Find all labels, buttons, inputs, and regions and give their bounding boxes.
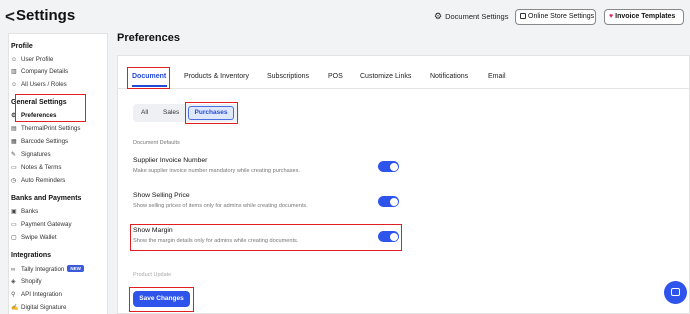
sidebar-item-tally[interactable]: ∞ Tally Integration NEW [11, 265, 84, 273]
sidebar-item-shopify[interactable]: ◈ Shopify [11, 278, 42, 285]
tab-notifications[interactable]: Notifications [430, 73, 468, 80]
segment-sales[interactable]: Sales [163, 109, 179, 116]
sidebar-item-api[interactable]: ⚲ API Integration [11, 291, 62, 298]
document-settings-link[interactable]: ⚙ Document Settings [434, 11, 508, 22]
printer-icon: ▤ [11, 126, 17, 132]
page-title: Settings [16, 7, 76, 24]
sidebar-item-notes-terms[interactable]: ▭ Notes & Terms [11, 164, 61, 171]
clock-icon: ◷ [11, 178, 17, 184]
signature-icon: ✍ [11, 305, 19, 311]
highlight-general-settings [15, 94, 86, 122]
sidebar-item-payment-gateway[interactable]: ▭ Payment Gateway [11, 221, 72, 228]
segment-all[interactable]: All [141, 109, 148, 116]
sidebar-section-integrations: Integrations [11, 252, 52, 259]
note-icon: ▭ [11, 165, 17, 171]
sidebar-item-all-users[interactable]: ☺ All Users / Roles [11, 81, 67, 88]
preferences-card [117, 55, 690, 314]
tab-products-inventory[interactable]: Products & Inventory [184, 73, 249, 80]
user-icon: ☺ [11, 57, 18, 63]
online-store-settings-label: Online Store Settings [528, 13, 595, 20]
code-icon: ⚲ [11, 292, 16, 298]
building-icon: ▥ [11, 69, 17, 75]
sidebar-item-thermalprint[interactable]: ▤ ThermalPrint Settings [11, 125, 81, 132]
invoice-templates-button[interactable]: ♥ Invoice Templates [604, 9, 684, 25]
sidebar-item-swipe-wallet[interactable]: ▢ Swipe Wallet [11, 234, 57, 241]
invoice-templates-label: Invoice Templates [615, 13, 676, 20]
card-icon: ▭ [11, 222, 17, 228]
document-settings-label: Document Settings [445, 12, 509, 21]
chat-icon [671, 288, 680, 296]
online-store-settings-button[interactable]: Online Store Settings [515, 9, 596, 25]
pref-selling-price-title: Show Selling Price [133, 192, 190, 199]
highlight-purchases-segment [185, 102, 238, 124]
sidebar-item-barcode[interactable]: ▦ Barcode Settings [11, 138, 68, 145]
product-update-label: Product Update [133, 272, 172, 278]
barcode-icon: ▦ [11, 139, 17, 145]
store-icon [520, 13, 526, 19]
sidebar-section-profile: Profile [11, 43, 33, 50]
section-title: Preferences [117, 32, 180, 44]
sidebar-item-digital-signature[interactable]: ✍ Digital Signature [11, 304, 66, 311]
wallet-icon: ▢ [11, 235, 17, 241]
top-bar: < Settings ⚙ Document Settings Online Sto… [0, 0, 690, 34]
chat-button[interactable] [664, 281, 687, 304]
tab-subscriptions[interactable]: Subscriptions [267, 73, 309, 80]
selling-price-toggle[interactable] [378, 196, 399, 207]
bank-icon: ▣ [11, 209, 17, 215]
highlight-document-tab [127, 67, 170, 89]
bag-icon: ◈ [11, 279, 16, 285]
sidebar-item-company-details[interactable]: ▥ Company Details [11, 68, 68, 75]
tab-pos[interactable]: POS [328, 73, 343, 80]
sidebar-item-auto-reminders[interactable]: ◷ Auto Reminders [11, 177, 65, 184]
sidebar-section-banks: Banks and Payments [11, 195, 82, 202]
pref-selling-price-desc: Show selling prices of items only for ad… [133, 203, 308, 209]
gear-icon: ⚙ [434, 11, 443, 21]
sidebar-item-banks[interactable]: ▣ Banks [11, 208, 38, 215]
users-icon: ☺ [11, 82, 18, 88]
tab-email[interactable]: Email [488, 73, 506, 80]
sidebar-item-signatures[interactable]: ✎ Signatures [11, 151, 51, 158]
pen-icon: ✎ [11, 152, 17, 158]
tab-customize-links[interactable]: Customize Links [360, 73, 411, 80]
tab-divider [118, 88, 689, 89]
back-icon[interactable]: < [5, 7, 15, 27]
pref-supplier-invoice-desc: Make supplier invoice number mandatory w… [133, 168, 300, 174]
document-defaults-label: Document Defaults [133, 140, 180, 146]
sidebar-item-user-profile[interactable]: ☺ User Profile [11, 56, 53, 63]
highlight-show-margin [130, 224, 402, 251]
pref-supplier-invoice-title: Supplier Invoice Number [133, 157, 208, 164]
link-icon: ∞ [11, 267, 16, 273]
heart-icon: ♥ [609, 13, 614, 20]
highlight-save-changes [129, 287, 194, 312]
new-badge: NEW [67, 265, 84, 272]
supplier-invoice-toggle[interactable] [378, 161, 399, 172]
